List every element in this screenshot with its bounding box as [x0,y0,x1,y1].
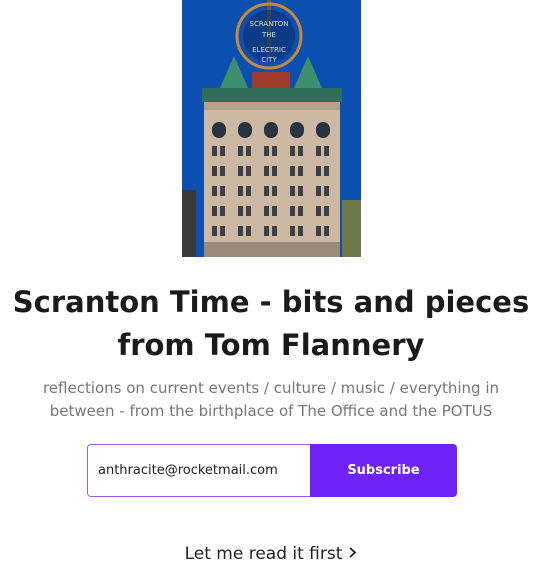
cover-image: SCRANTON THE ELECTRIC CITY [182,0,361,257]
subscribe-button[interactable]: Subscribe [310,444,457,497]
page-subtitle: reflections on current events / culture … [42,379,500,420]
sign-text-middle: THE [261,31,276,39]
email-field[interactable] [87,444,311,497]
subscribe-form: Subscribe [87,444,457,497]
page-title: Scranton Time - bits and pieces from Tom… [12,285,530,362]
chevron-right-icon [348,544,357,564]
sign-text-top: SCRANTON [250,20,289,28]
sign-text-last: CITY [261,56,277,64]
sign-text-bottom: ELECTRIC [252,46,286,54]
read-first-link[interactable]: Let me read it first [0,544,542,564]
read-first-label: Let me read it first [184,544,343,564]
